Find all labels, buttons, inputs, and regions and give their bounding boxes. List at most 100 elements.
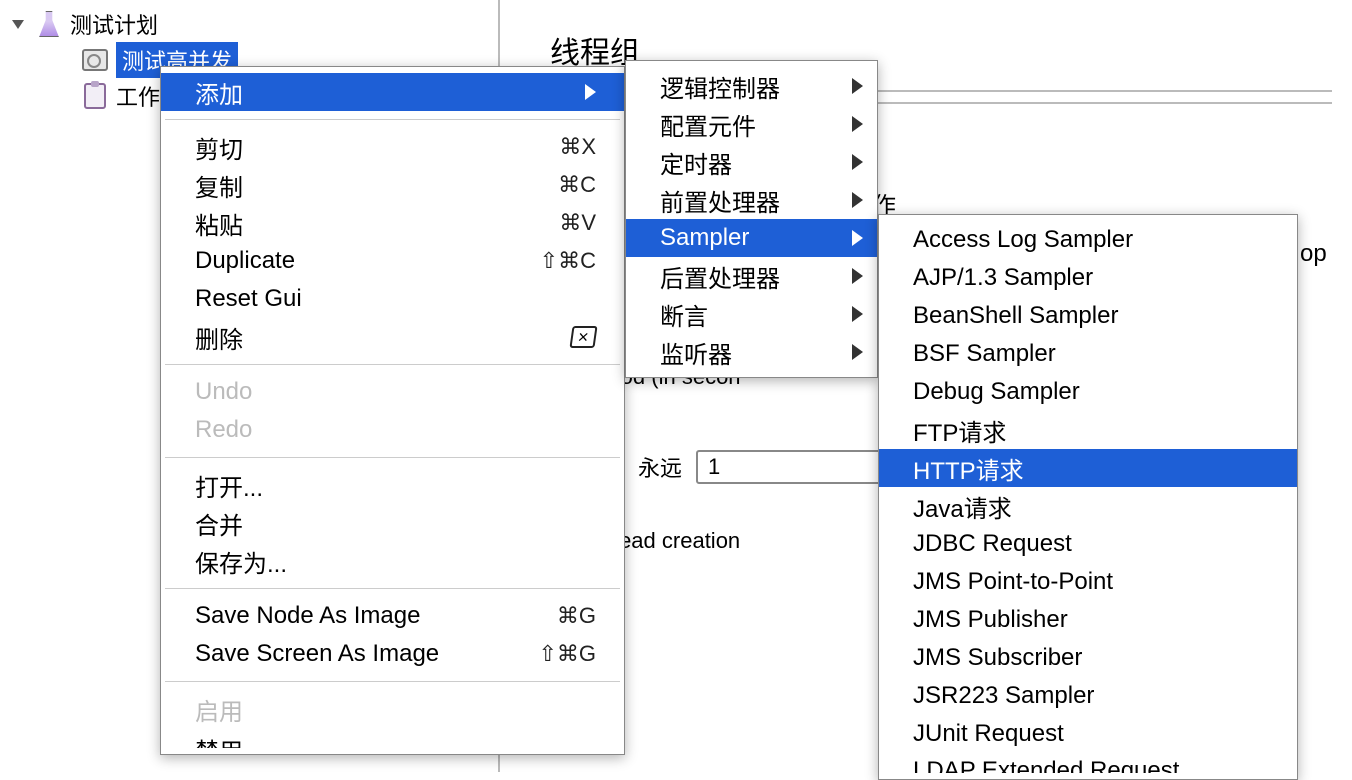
menu-redo-label: Redo xyxy=(195,416,252,444)
sampler-label: JSR223 Sampler xyxy=(913,682,1094,710)
menu-savenode-label: Save Node As Image xyxy=(195,602,420,630)
sampler-junit[interactable]: JUnit Request xyxy=(879,715,1297,753)
menu-cut-label: 剪切 xyxy=(195,130,243,165)
tree-label-plan: 测试计划 xyxy=(70,8,158,40)
menu-open[interactable]: 打开... xyxy=(161,466,624,504)
menu-add[interactable]: 添加 xyxy=(161,73,624,111)
sampler-access-log[interactable]: Access Log Sampler xyxy=(879,221,1297,259)
sampler-jms-publisher[interactable]: JMS Publisher xyxy=(879,601,1297,639)
submenu-preprocessor[interactable]: 前置处理器 xyxy=(626,181,877,219)
shortcut-text: ⌘X xyxy=(559,134,596,160)
menu-reset-gui[interactable]: Reset Gui xyxy=(161,280,624,318)
submenu-timer[interactable]: 定时器 xyxy=(626,143,877,181)
loop-text-fragment: op xyxy=(1300,240,1327,268)
menu-add-label: 添加 xyxy=(195,75,243,110)
submenu-arrow-icon xyxy=(585,84,596,100)
submenu-arrow-icon xyxy=(852,78,863,94)
submenu-label: 监听器 xyxy=(660,335,732,370)
submenu-arrow-icon xyxy=(852,192,863,208)
shortcut-text: ⇧⌘G xyxy=(538,641,596,667)
sampler-label: JMS Point-to-Point xyxy=(913,568,1113,596)
submenu-postprocessor[interactable]: 后置处理器 xyxy=(626,257,877,295)
menu-separator xyxy=(165,588,620,589)
menu-enable: 启用 xyxy=(161,690,624,728)
menu-delete-label: 删除 xyxy=(195,320,243,355)
shortcut-text: ⌘C xyxy=(558,172,596,198)
sampler-bsf[interactable]: BSF Sampler xyxy=(879,335,1297,373)
loop-count-input[interactable] xyxy=(696,450,896,484)
sampler-ldap-extended[interactable]: LDAP Extended Request xyxy=(879,753,1297,773)
submenu-sampler-list: Access Log Sampler AJP/1.3 Sampler BeanS… xyxy=(878,214,1298,780)
menu-duplicate[interactable]: Duplicate ⇧⌘C xyxy=(161,242,624,280)
sampler-label: Debug Sampler xyxy=(913,378,1080,406)
menu-enable-label: 启用 xyxy=(195,692,243,727)
sampler-http[interactable]: HTTP请求 xyxy=(879,449,1297,487)
submenu-arrow-icon xyxy=(852,230,863,246)
shortcut-text: ⌘V xyxy=(559,210,596,236)
sampler-label: Access Log Sampler xyxy=(913,226,1133,254)
submenu-sampler[interactable]: Sampler xyxy=(626,219,877,257)
submenu-arrow-icon xyxy=(852,154,863,170)
menu-save-node-image[interactable]: Save Node As Image ⌘G xyxy=(161,597,624,635)
submenu-label: 断言 xyxy=(660,297,708,332)
sampler-java[interactable]: Java请求 xyxy=(879,487,1297,525)
sampler-label: JMS Subscriber xyxy=(913,644,1082,672)
menu-save-as[interactable]: 保存为... xyxy=(161,542,624,580)
sampler-label: JUnit Request xyxy=(913,720,1064,748)
menu-dup-label: Duplicate xyxy=(195,247,295,275)
menu-separator xyxy=(165,457,620,458)
flask-icon xyxy=(34,9,64,39)
menu-cut[interactable]: 剪切 ⌘X xyxy=(161,128,624,166)
sampler-label: JMS Publisher xyxy=(913,606,1068,634)
sampler-label: FTP请求 xyxy=(913,413,1006,448)
menu-delete[interactable]: 删除 × xyxy=(161,318,624,356)
sampler-label: Java请求 xyxy=(913,489,1012,524)
sampler-jsr223[interactable]: JSR223 Sampler xyxy=(879,677,1297,715)
submenu-config-element[interactable]: 配置元件 xyxy=(626,105,877,143)
menu-undo-label: Undo xyxy=(195,378,252,406)
submenu-add: 逻辑控制器 配置元件 定时器 前置处理器 Sampler 后置处理器 断言 监听… xyxy=(625,60,878,378)
sampler-label: BeanShell Sampler xyxy=(913,302,1118,330)
menu-save-screen-image[interactable]: Save Screen As Image ⇧⌘G xyxy=(161,635,624,673)
submenu-listener[interactable]: 监听器 xyxy=(626,333,877,371)
shortcut-text: ⇧⌘C xyxy=(540,248,596,274)
submenu-label: 后置处理器 xyxy=(660,259,780,294)
submenu-label: 定时器 xyxy=(660,145,732,180)
sampler-beanshell[interactable]: BeanShell Sampler xyxy=(879,297,1297,335)
submenu-arrow-icon xyxy=(852,268,863,284)
thread-group-icon xyxy=(80,45,110,75)
submenu-label: 前置处理器 xyxy=(660,183,780,218)
sampler-jms-p2p[interactable]: JMS Point-to-Point xyxy=(879,563,1297,601)
submenu-arrow-icon xyxy=(852,116,863,132)
menu-undo: Undo xyxy=(161,373,624,411)
sampler-debug[interactable]: Debug Sampler xyxy=(879,373,1297,411)
submenu-arrow-icon xyxy=(852,306,863,322)
menu-merge-label: 合并 xyxy=(195,506,243,541)
sampler-label: HTTP请求 xyxy=(913,451,1024,486)
tree-row-plan[interactable]: 测试计划 xyxy=(0,6,498,42)
clipboard-icon xyxy=(80,81,110,111)
shortcut-text: ⌘G xyxy=(557,603,596,629)
sampler-jms-subscriber[interactable]: JMS Subscriber xyxy=(879,639,1297,677)
menu-separator xyxy=(165,681,620,682)
context-menu: 添加 剪切 ⌘X 复制 ⌘C 粘贴 ⌘V Duplicate ⇧⌘C Reset… xyxy=(160,66,625,755)
menu-disable-label: 禁用 xyxy=(195,732,243,748)
menu-reset-label: Reset Gui xyxy=(195,285,302,313)
menu-separator xyxy=(165,119,620,120)
sampler-ftp[interactable]: FTP请求 xyxy=(879,411,1297,449)
sampler-label: JDBC Request xyxy=(913,530,1072,558)
disclosure-icon[interactable] xyxy=(12,20,24,29)
menu-saveas-label: 保存为... xyxy=(195,544,287,579)
submenu-label: 逻辑控制器 xyxy=(660,69,780,104)
sampler-jdbc[interactable]: JDBC Request xyxy=(879,525,1297,563)
menu-paste[interactable]: 粘贴 ⌘V xyxy=(161,204,624,242)
menu-disable[interactable]: 禁用 xyxy=(161,728,624,748)
menu-merge[interactable]: 合并 xyxy=(161,504,624,542)
submenu-assertions[interactable]: 断言 xyxy=(626,295,877,333)
submenu-label: 配置元件 xyxy=(660,107,756,142)
menu-paste-label: 粘贴 xyxy=(195,206,243,241)
submenu-logic-controller[interactable]: 逻辑控制器 xyxy=(626,67,877,105)
menu-copy-label: 复制 xyxy=(195,168,243,203)
sampler-ajp[interactable]: AJP/1.3 Sampler xyxy=(879,259,1297,297)
menu-copy[interactable]: 复制 ⌘C xyxy=(161,166,624,204)
